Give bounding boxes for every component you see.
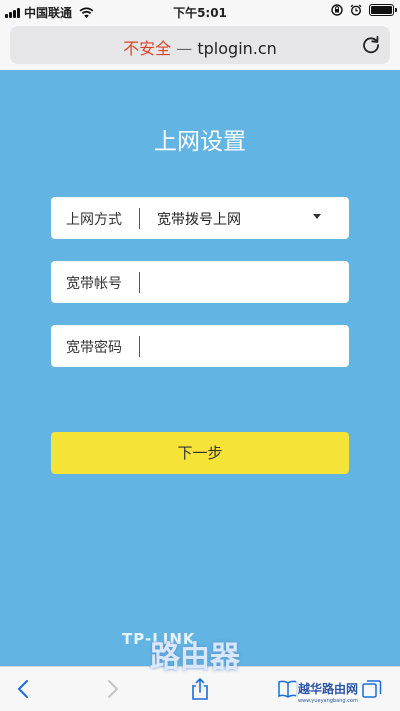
router-setup-page: 上网设置 上网方式 宽带拨号上网 宽带帐号 宽带密码 下一步 TP-LINK bbox=[0, 70, 400, 666]
tabs-icon[interactable] bbox=[360, 677, 384, 701]
watermark-url: www.yueyangbang.com bbox=[298, 698, 358, 704]
forward-icon[interactable] bbox=[100, 677, 124, 701]
connection-type-select[interactable]: 上网方式 宽带拨号上网 bbox=[51, 197, 349, 239]
back-icon[interactable] bbox=[12, 677, 36, 701]
password-input[interactable] bbox=[147, 331, 337, 361]
next-button[interactable]: 下一步 bbox=[51, 432, 349, 474]
watermark-sub: 越华路由网 bbox=[296, 680, 361, 697]
account-label: 宽带帐号 bbox=[66, 276, 122, 292]
password-label: 宽带密码 bbox=[66, 340, 122, 356]
alarm-icon bbox=[350, 4, 362, 16]
orientation-lock-icon bbox=[331, 4, 343, 16]
watermark-main: 路由器 bbox=[150, 640, 240, 675]
url-display[interactable]: 不安全 — tplogin.cn bbox=[10, 35, 390, 59]
url-host: tplogin.cn bbox=[197, 39, 277, 58]
connection-type-label: 上网方式 bbox=[66, 212, 122, 228]
address-bar[interactable]: 不安全 — tplogin.cn bbox=[10, 26, 390, 64]
battery-icon bbox=[369, 4, 397, 16]
page-title: 上网设置 bbox=[154, 129, 246, 155]
text-cursor bbox=[139, 336, 140, 357]
security-warning: 不安全 bbox=[123, 39, 172, 58]
share-icon[interactable] bbox=[188, 677, 212, 701]
account-input[interactable] bbox=[147, 267, 337, 297]
status-bar: 中国联通 下午5:01 bbox=[0, 0, 400, 22]
status-right bbox=[331, 4, 397, 16]
reload-icon[interactable] bbox=[360, 34, 382, 56]
text-cursor bbox=[139, 272, 140, 293]
dropdown-arrow-icon bbox=[313, 214, 321, 219]
field-divider bbox=[139, 208, 140, 229]
url-separator: — bbox=[176, 39, 193, 58]
password-field[interactable]: 宽带密码 bbox=[51, 325, 349, 367]
connection-type-value: 宽带拨号上网 bbox=[157, 212, 241, 228]
account-field[interactable]: 宽带帐号 bbox=[51, 261, 349, 303]
